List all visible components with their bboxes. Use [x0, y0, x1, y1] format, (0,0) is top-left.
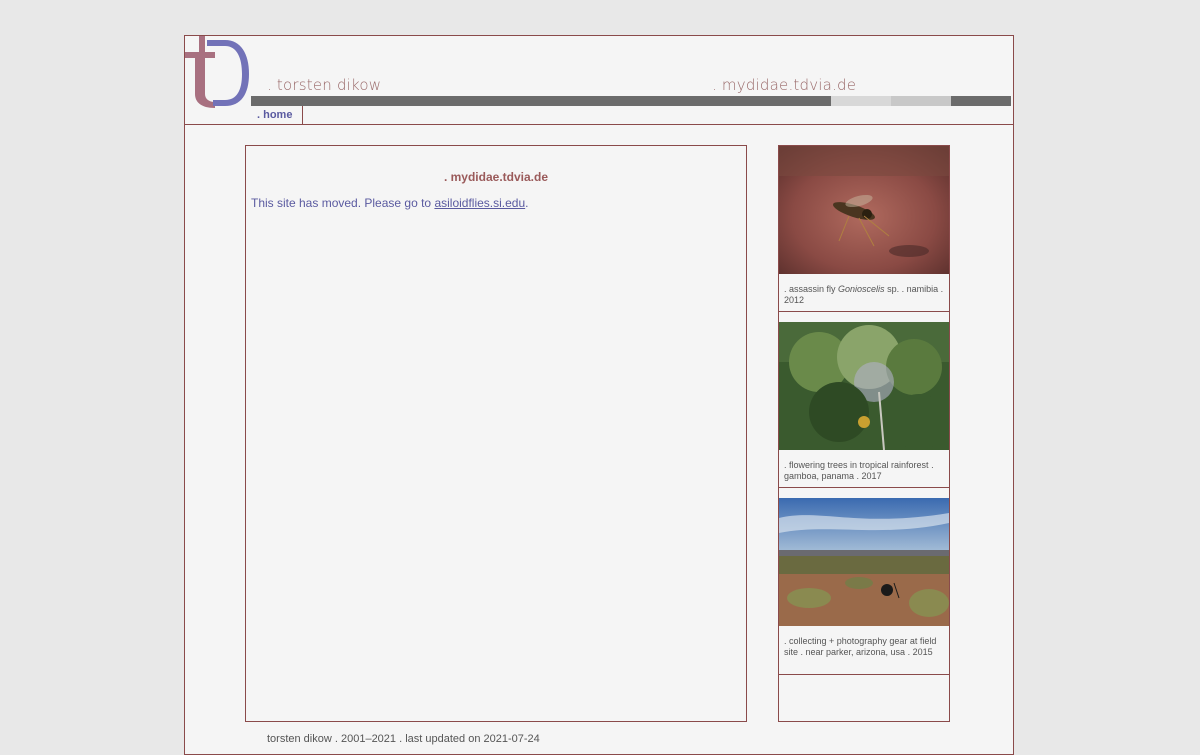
bar-segment [831, 96, 891, 106]
photo-sidebar: . assassin fly Gonioscelis sp. . namibia… [778, 145, 950, 722]
caption-divider [779, 311, 949, 312]
site-name: . mydidae.tdvia.de [712, 76, 857, 94]
bar-segment [951, 96, 1011, 106]
new-site-link[interactable]: asiloidflies.si.edu [434, 196, 525, 210]
field-site-photo[interactable] [779, 498, 949, 626]
bar-segment [251, 96, 831, 106]
caption-divider [779, 674, 949, 675]
moved-message: This site has moved. Please go to asiloi… [251, 196, 529, 210]
td-monogram-logo[interactable] [185, 36, 251, 108]
nav-home[interactable]: . home [251, 106, 304, 125]
assassin-fly-photo[interactable] [779, 146, 949, 274]
bar-segment [891, 96, 951, 106]
caption-divider [779, 487, 949, 488]
photo-caption: . flowering trees in tropical rainforest… [784, 460, 934, 481]
content-title: . mydidae.tdvia.de [443, 170, 549, 184]
moved-suffix: . [525, 196, 529, 210]
page-frame: . torsten dikow . mydidae.tdvia.de . hom… [184, 35, 1014, 755]
author-name: . torsten dikow [267, 76, 382, 94]
header-color-bar [251, 96, 1011, 106]
moved-text: This site has moved. Please go to [251, 196, 435, 210]
main-content: . mydidae.tdvia.de This site has moved. … [245, 145, 747, 722]
nav-divider [185, 124, 1013, 125]
rainforest-photo[interactable] [779, 322, 949, 450]
photo-caption: . collecting + photography gear at field… [784, 636, 937, 657]
nav-home-label[interactable]: . home [257, 109, 292, 121]
photo-caption: . assassin fly Gonioscelis sp. . namibia… [784, 284, 944, 305]
page-footer: torsten dikow . 2001–2021 . last updated… [267, 733, 540, 745]
